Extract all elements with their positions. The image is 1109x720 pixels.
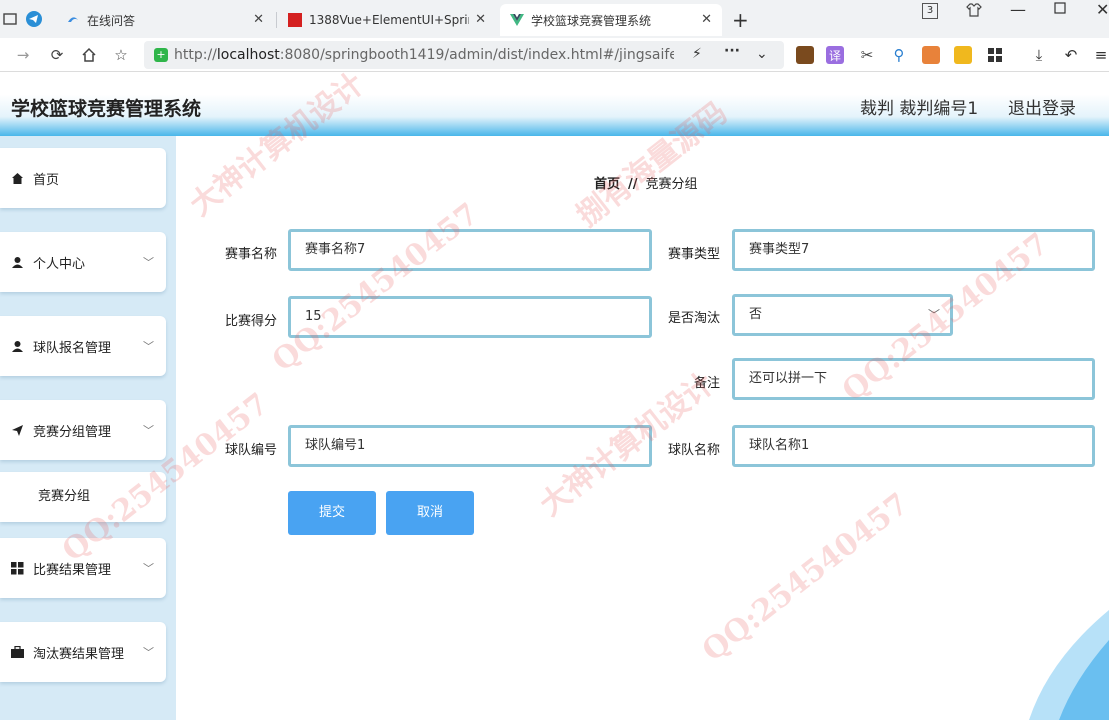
chevron-down-icon: ﹀	[143, 646, 154, 659]
team-no-input[interactable]: 球队编号1	[288, 425, 652, 467]
tab-title: 1388Vue+ElementUI+Spring	[309, 13, 469, 27]
match-type-label: 赛事类型	[667, 247, 720, 262]
briefcase-icon	[10, 645, 24, 659]
tab-vue-project[interactable]: 1388Vue+ElementUI+Spring ✕	[278, 4, 496, 36]
reload-icon[interactable]: ⟳	[46, 44, 68, 66]
swirl-icon	[66, 13, 80, 27]
sidebar-subitem-grouping[interactable]: 竞赛分组	[0, 472, 166, 522]
address-bar[interactable]: + http://localhost:8080/springbooth1419/…	[144, 41, 784, 69]
scissors-icon[interactable]: ✂	[858, 46, 876, 64]
secure-shield-icon: +	[154, 48, 168, 62]
score-input[interactable]: 15	[288, 296, 652, 338]
apps-grid-icon[interactable]	[986, 46, 1004, 64]
match-name-label: 赛事名称	[224, 247, 277, 262]
remark-input[interactable]: 还可以拼一下	[732, 358, 1095, 400]
grid-icon	[10, 561, 24, 575]
sidebar-item-profile[interactable]: 个人中心 ﹀	[0, 232, 166, 292]
search-icon[interactable]: ⚲	[890, 46, 908, 64]
shield-extension-icon[interactable]	[954, 46, 972, 64]
maximize-icon[interactable]	[1054, 2, 1066, 18]
translate-icon[interactable]: 译	[826, 46, 844, 64]
paper-plane-icon	[10, 423, 24, 437]
app-title: 学校篮球竞赛管理系统	[11, 98, 202, 120]
chevron-down-icon: ﹀	[927, 308, 940, 322]
eliminated-label: 是否淘汰	[667, 311, 720, 326]
minimize-icon[interactable]: —	[1010, 0, 1026, 19]
chevron-down-icon: ﹀	[143, 424, 154, 437]
sidebar-item-team-registration[interactable]: 球队报名管理 ﹀	[0, 316, 166, 376]
home-icon	[10, 171, 24, 185]
eliminated-value: 否	[749, 307, 763, 322]
sidebar-item-label: 首页	[33, 172, 60, 188]
close-icon[interactable]: ✕	[701, 12, 712, 27]
team-no-label: 球队编号	[224, 443, 277, 458]
cancel-button[interactable]: 取消	[386, 491, 474, 535]
remark-label: 备注	[693, 376, 720, 391]
sidebar-toggle-icon[interactable]	[0, 9, 20, 29]
download-icon[interactable]: ⤓	[1030, 46, 1048, 64]
decorative-swoosh	[1029, 610, 1109, 720]
match-name-input[interactable]: 赛事名称7	[288, 229, 652, 271]
vue-logo-icon	[510, 13, 524, 27]
breadcrumb-home[interactable]: 首页	[594, 177, 620, 192]
user-info: 裁判 裁判编号1	[860, 99, 979, 119]
sidebar-item-label: 淘汰赛结果管理	[33, 646, 125, 662]
undo-icon[interactable]: ↶	[1062, 46, 1080, 64]
telegram-icon[interactable]	[24, 9, 44, 29]
sidebar-item-label: 个人中心	[33, 256, 86, 272]
match-type-input[interactable]: 赛事类型7	[732, 229, 1095, 271]
breadcrumb-separator: //	[628, 177, 638, 192]
user-icon	[10, 255, 24, 269]
user-icon	[10, 339, 24, 353]
window-close-icon[interactable]: ✕	[1096, 0, 1109, 19]
tab-basketball-system[interactable]: 学校篮球竞赛管理系统 ✕	[500, 4, 722, 36]
sidebar-item-knockout-management[interactable]: 淘汰赛结果管理 ﹀	[0, 622, 166, 682]
tab-title: 在线问答	[87, 13, 136, 28]
chevron-down-icon: ﹀	[143, 562, 154, 575]
sidebar-item-home[interactable]: 首页	[0, 148, 166, 208]
url-text[interactable]: http://localhost:8080/springbooth1419/ad…	[174, 47, 674, 63]
project-icon	[288, 13, 302, 27]
back-arrow-icon[interactable]: →	[12, 44, 34, 66]
close-icon[interactable]: ✕	[475, 12, 486, 27]
sidebar-item-result-management[interactable]: 比赛结果管理 ﹀	[0, 538, 166, 598]
shirt-icon[interactable]	[966, 2, 982, 22]
app-header: 学校篮球竞赛管理系统 裁判 裁判编号1 退出登录	[0, 72, 1109, 136]
sidebar-item-label: 比赛结果管理	[33, 562, 112, 578]
more-icon[interactable]: ···	[724, 43, 740, 59]
fox-extension-icon[interactable]	[922, 46, 940, 64]
tab-online-qa[interactable]: 在线问答 ✕	[56, 4, 274, 36]
chevron-down-icon[interactable]: ⌄	[756, 46, 768, 62]
main-content: 首页 // 竞赛分组 赛事名称 赛事名称7 赛事类型 赛事类型7 比赛得分 15 是…	[176, 136, 1109, 720]
menu-icon[interactable]: ≡	[1092, 46, 1109, 64]
breadcrumb-current: 竞赛分组	[645, 177, 698, 192]
bookmark-star-icon[interactable]: ☆	[110, 44, 132, 66]
tab-title: 学校篮球竞赛管理系统	[531, 13, 652, 28]
browser-nav-bar: → ⟳ ☆ + http://localhost:8080/springboot…	[0, 38, 1109, 72]
browser-tab-bar: 在线问答 ✕ 1388Vue+ElementUI+Spring ✕ 学校篮球竞赛…	[0, 0, 1109, 38]
home-icon[interactable]	[78, 44, 100, 66]
lightning-icon[interactable]: ⚡	[692, 46, 702, 62]
new-tab-button[interactable]: +	[732, 8, 749, 32]
team-name-label: 球队名称	[667, 443, 720, 458]
eliminated-select[interactable]: 否 ﹀	[732, 294, 953, 336]
close-icon[interactable]: ✕	[253, 12, 264, 27]
sidebar: 首页 个人中心 ﹀ 球队报名管理 ﹀ 竞赛分组管理 ﹀ 竞赛分组 比赛结果管理 …	[0, 136, 176, 720]
submit-button[interactable]: 提交	[288, 491, 376, 535]
breadcrumb: 首页 // 竞赛分组	[594, 173, 698, 192]
extension-icon[interactable]	[796, 46, 814, 64]
chevron-down-icon: ﹀	[143, 256, 154, 269]
chevron-down-icon: ﹀	[143, 340, 154, 353]
logout-link[interactable]: 退出登录	[1008, 94, 1076, 119]
score-label: 比赛得分	[224, 314, 277, 329]
sidebar-item-label: 球队报名管理	[33, 340, 112, 356]
sidebar-item-group-management[interactable]: 竞赛分组管理 ﹀	[0, 400, 166, 460]
team-name-input[interactable]: 球队名称1	[732, 425, 1095, 467]
tab-count-badge[interactable]: 3	[922, 3, 938, 19]
sidebar-item-label: 竞赛分组管理	[33, 424, 112, 440]
